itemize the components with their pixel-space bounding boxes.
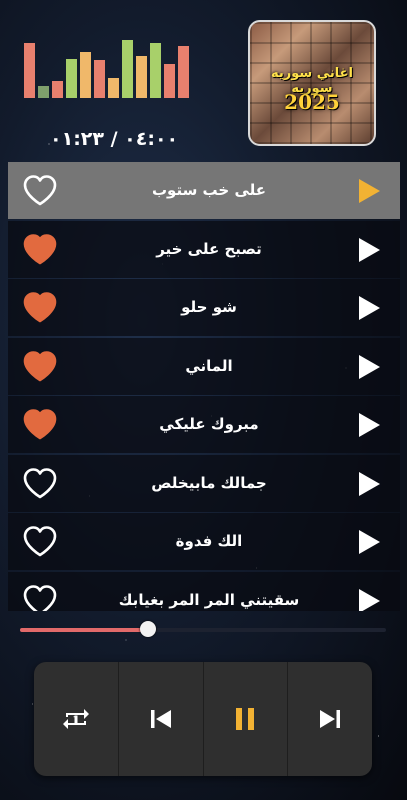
album-year: 2025	[284, 90, 340, 114]
visualizer-bar	[94, 60, 105, 98]
seek-thumb[interactable]	[140, 621, 157, 637]
skip-next-icon	[320, 710, 341, 728]
pause-icon	[236, 708, 255, 730]
playback-controls	[34, 662, 372, 776]
song-title: جمالك مابيخلص	[151, 473, 267, 492]
song-title: على خب ستوب	[151, 181, 267, 199]
play-icon[interactable]	[358, 530, 380, 554]
visualizer-bar	[38, 86, 49, 98]
visualizer-bar	[164, 64, 175, 98]
heart-outline-icon[interactable]	[21, 171, 59, 209]
play-icon[interactable]	[358, 588, 380, 612]
song-row[interactable]: شو حلو	[8, 279, 400, 336]
visualizer-bar	[52, 80, 63, 98]
play-icon[interactable]	[358, 179, 380, 203]
heart-outline-icon[interactable]	[21, 522, 59, 560]
heart-outline-icon[interactable]	[21, 581, 59, 612]
play-icon[interactable]	[358, 296, 380, 320]
song-row[interactable]: الماني	[8, 337, 400, 395]
visualizer-bar	[80, 51, 91, 98]
song-title: الك فدوة	[175, 532, 243, 550]
play-icon[interactable]	[358, 237, 380, 262]
heart-filled-icon[interactable]	[21, 230, 59, 268]
heart-filled-icon[interactable]	[21, 288, 59, 326]
heart-filled-icon[interactable]	[21, 347, 59, 385]
visualizer-bar	[178, 45, 189, 98]
song-row[interactable]: مبروك عليكي	[8, 396, 400, 453]
album-cover: اغاني سوريه سوريه 2025	[248, 20, 376, 146]
song-list[interactable]: على خب ستوب تصبح على خير شو حلو الماني مبروك…	[8, 162, 400, 611]
heart-filled-icon[interactable]	[21, 405, 59, 443]
song-title: الماني	[185, 356, 233, 375]
play-icon[interactable]	[358, 471, 380, 496]
skip-previous-icon	[150, 710, 171, 728]
heart-outline-icon[interactable]	[21, 464, 59, 502]
visualizer-bar	[136, 56, 147, 98]
visualizer-bar	[122, 40, 133, 98]
song-row[interactable]: جمالك مابيخلص	[8, 454, 400, 512]
visualizer-bar	[150, 42, 161, 98]
song-row[interactable]: تصبح على خير	[8, 220, 400, 278]
visualizer-bar	[24, 42, 35, 98]
visualizer-bar	[108, 77, 119, 98]
song-title: مبروك عليكي	[159, 415, 259, 433]
song-row[interactable]: الك فدوة	[8, 513, 400, 570]
play-icon[interactable]	[358, 354, 380, 379]
repeat-button[interactable]	[34, 662, 119, 776]
previous-button[interactable]	[119, 662, 204, 776]
pause-button[interactable]	[204, 662, 289, 776]
audio-visualizer	[24, 40, 194, 98]
next-button[interactable]	[288, 662, 372, 776]
play-icon[interactable]	[358, 413, 380, 437]
song-row[interactable]: سقيتني المر المر بغيابك	[8, 571, 400, 612]
song-row[interactable]: على خب ستوب	[8, 162, 400, 219]
time-display: ٠٤:٠٠ / ٠١:٢٣	[50, 128, 179, 150]
repeat-one-icon	[62, 709, 89, 729]
song-title: شو حلو	[181, 298, 237, 316]
song-title: سقيتني المر المر بغيابك	[118, 590, 300, 609]
seek-progress	[20, 628, 149, 632]
song-title: تصبح على خير	[156, 239, 262, 258]
visualizer-bar	[66, 58, 77, 98]
seek-bar[interactable]	[20, 621, 386, 637]
